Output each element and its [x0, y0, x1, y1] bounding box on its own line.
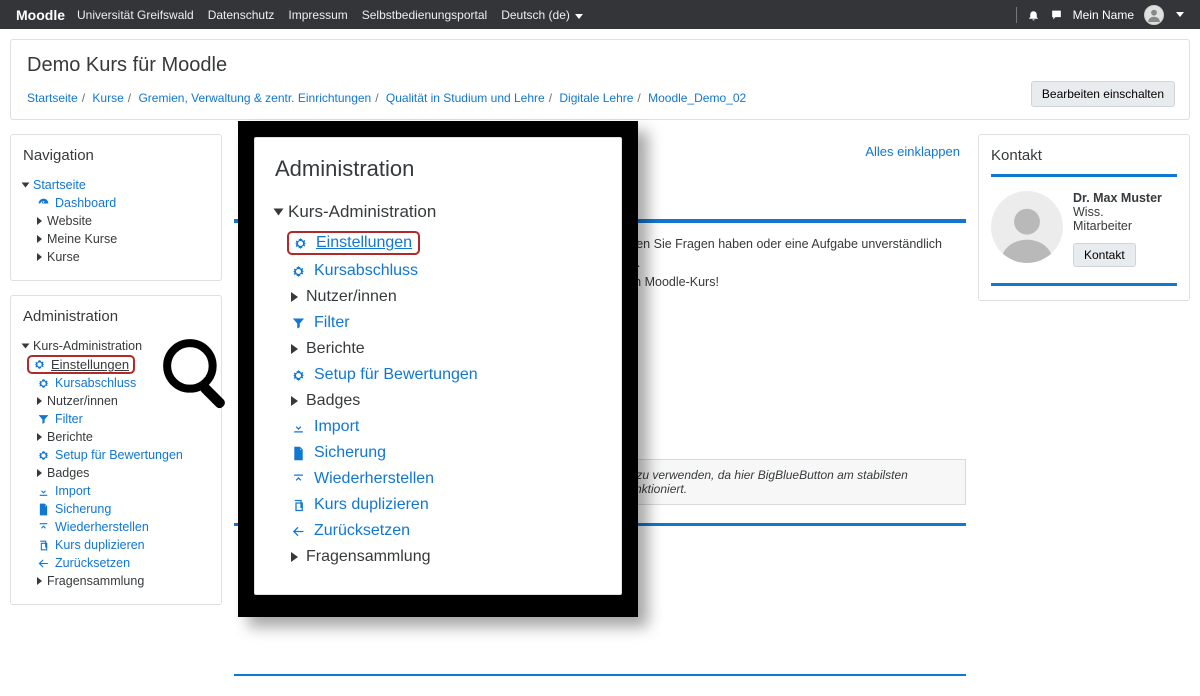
user-name[interactable]: Mein Name	[1073, 8, 1134, 22]
overlay-item-kursabschluss[interactable]: Kursabschluss	[275, 258, 601, 284]
admin-item-gradebook[interactable]: Setup für Bewertungen	[37, 446, 209, 464]
breadcrumb-item[interactable]: Moodle_Demo_02	[648, 91, 746, 105]
back-icon	[37, 557, 50, 570]
navigation-block: Navigation Startseite Dashboard Website …	[10, 134, 222, 281]
nav-link[interactable]: Universität Greifswald	[77, 8, 194, 22]
admin-item-backup[interactable]: Sicherung	[37, 500, 209, 518]
overlay-item-einstellungen[interactable]: Einstellungen	[287, 231, 420, 255]
overlay-item-questionbank[interactable]: Fragensammlung	[275, 544, 601, 570]
chevron-right-icon	[291, 344, 298, 354]
chevron-right-icon	[291, 552, 298, 562]
bell-icon[interactable]	[1027, 8, 1040, 22]
collapse-all-link[interactable]: Alles einklappen	[865, 144, 960, 159]
overlay-item-badges[interactable]: Badges	[275, 388, 601, 414]
copy-icon	[291, 498, 306, 513]
admin-item-questionbank[interactable]: Fragensammlung	[37, 572, 209, 590]
top-navbar: Moodle Universität Greifswald Datenschut…	[0, 0, 1200, 29]
nav-courses[interactable]: Kurse	[37, 248, 209, 266]
gear-icon	[291, 368, 306, 383]
breadcrumb-item[interactable]: Gremien, Verwaltung & zentr. Einrichtung…	[138, 91, 371, 105]
divider	[1016, 7, 1017, 23]
restore-icon	[37, 521, 50, 534]
overlay-item-duplicate[interactable]: Kurs duplizieren	[275, 492, 601, 518]
breadcrumb-item[interactable]: Startseite	[27, 91, 78, 105]
gear-icon	[33, 358, 46, 371]
tip-box: E zu verwenden, da hier BigBlueButton am…	[614, 459, 966, 505]
overlay-item-filter[interactable]: Filter	[275, 310, 601, 336]
overlay-item-backup[interactable]: Sicherung	[275, 440, 601, 466]
course-header: Demo Kurs für Moodle Startseite/ Kurse/ …	[10, 39, 1190, 120]
nav-link[interactable]: Datenschutz	[208, 8, 275, 22]
nav-website[interactable]: Website	[37, 212, 209, 230]
avatar-icon[interactable]	[1144, 5, 1164, 25]
nav-link[interactable]: Impressum	[288, 8, 347, 22]
admin-item-einstellungen[interactable]: Einstellungen	[27, 355, 135, 374]
chevron-down-icon	[274, 209, 284, 216]
contact-button[interactable]: Kontakt	[1073, 243, 1136, 267]
gear-icon	[37, 377, 50, 390]
overlay-item-import[interactable]: Import	[275, 414, 601, 440]
file-icon	[37, 503, 50, 516]
admin-item-import[interactable]: Import	[37, 482, 209, 500]
chevron-right-icon	[291, 292, 298, 302]
nav-link-language[interactable]: Deutsch (de)	[501, 8, 583, 22]
file-icon	[291, 446, 306, 461]
overlay-item-reports[interactable]: Berichte	[275, 336, 601, 362]
nav-my-courses[interactable]: Meine Kurse	[37, 230, 209, 248]
block-title: Kontakt	[991, 147, 1177, 164]
caret-down-icon[interactable]	[1176, 12, 1184, 17]
admin-item-restore[interactable]: Wiederherstellen	[37, 518, 209, 536]
breadcrumb-item[interactable]: Digitale Lehre	[559, 91, 633, 105]
import-icon	[37, 485, 50, 498]
admin-item-reset[interactable]: Zurücksetzen	[37, 554, 209, 572]
overlay-title: Administration	[275, 156, 601, 182]
course-title: Demo Kurs für Moodle	[27, 54, 1173, 77]
messages-icon[interactable]	[1050, 8, 1063, 22]
overlay-item-restore[interactable]: Wiederherstellen	[275, 466, 601, 492]
overlay-item-users[interactable]: Nutzer/innen	[275, 284, 601, 310]
filter-icon	[37, 413, 50, 426]
gear-icon	[37, 449, 50, 462]
nav-root[interactable]: Startseite	[23, 176, 209, 194]
magnifier-icon	[158, 334, 240, 416]
gear-icon	[293, 236, 308, 251]
admin-item-reports[interactable]: Berichte	[37, 428, 209, 446]
breadcrumb: Startseite/ Kurse/ Gremien, Verwaltung &…	[27, 91, 1173, 105]
admin-item-badges[interactable]: Badges	[37, 464, 209, 482]
brand[interactable]: Moodle	[16, 7, 65, 23]
intro-text: sollten Sie Fragen haben oder eine Aufga…	[614, 235, 966, 273]
chevron-right-icon	[291, 396, 298, 406]
overlay-item-gradebook[interactable]: Setup für Bewertungen	[275, 362, 601, 388]
nav-dashboard[interactable]: Dashboard	[37, 194, 209, 212]
zoom-overlay: Administration Kurs-Administration Einst…	[238, 121, 638, 617]
import-icon	[291, 420, 306, 435]
contact-name: Dr. Max Muster	[1073, 191, 1162, 205]
contact-role: Mitarbeiter	[1073, 219, 1162, 233]
breadcrumb-item[interactable]: Kurse	[92, 91, 123, 105]
filter-icon	[291, 316, 306, 331]
gauge-icon	[37, 197, 50, 210]
overlay-section[interactable]: Kurs-Administration	[275, 202, 601, 222]
block-title: Navigation	[23, 147, 209, 164]
avatar-icon	[991, 191, 1063, 263]
gear-icon	[291, 264, 306, 279]
turn-editing-on-button[interactable]: Bearbeiten einschalten	[1031, 81, 1175, 107]
kontakt-block: Kontakt Dr. Max Muster Wiss. Mitarbeiter…	[978, 134, 1190, 301]
nav-link[interactable]: Selbstbedienungsportal	[362, 8, 487, 22]
block-title: Administration	[23, 308, 209, 325]
admin-item-duplicate[interactable]: Kurs duplizieren	[37, 536, 209, 554]
copy-icon	[37, 539, 50, 552]
breadcrumb-item[interactable]: Qualität in Studium und Lehre	[386, 91, 545, 105]
contact-role: Wiss.	[1073, 205, 1162, 219]
back-icon	[291, 524, 306, 539]
restore-icon	[291, 472, 306, 487]
overlay-item-reset[interactable]: Zurücksetzen	[275, 518, 601, 544]
intro-text: esen Moodle-Kurs!	[614, 273, 966, 292]
